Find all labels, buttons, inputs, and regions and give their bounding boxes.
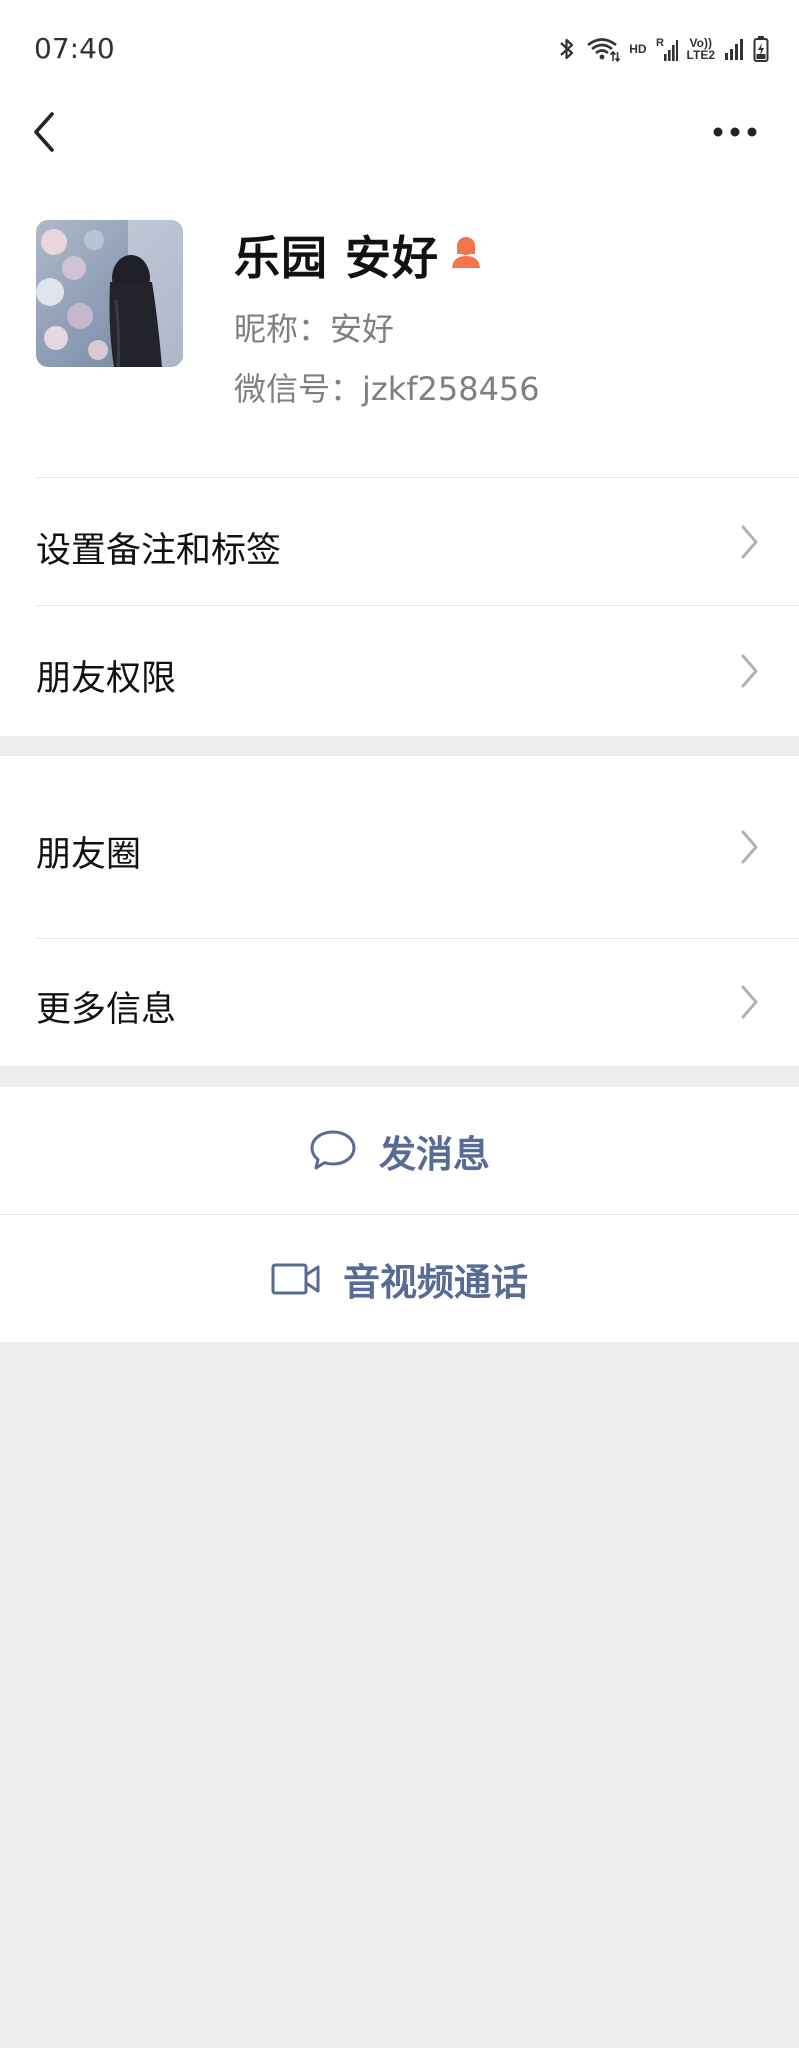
cell-label: 更多信息: [36, 990, 177, 1030]
profile-header: 乐园 安好 昵称：安好 微信号：jzkf258456: [0, 172, 799, 478]
display-name: 乐园 安好: [234, 231, 440, 285]
cell-label: 设置备注和标签: [36, 531, 282, 571]
back-button[interactable]: [26, 106, 66, 158]
send-message-label: 发消息: [379, 1133, 490, 1176]
av-call-button[interactable]: 音视频通话: [0, 1215, 799, 1342]
battery-charging-icon: [753, 36, 769, 62]
volte-bottom-text: LTE2: [686, 48, 715, 62]
av-call-label: 音视频通话: [343, 1260, 528, 1304]
status-bar: 07:40 HD R Vo)) LTE2: [0, 0, 799, 92]
video-camera-icon: [271, 1263, 320, 1294]
set-remark-tags-cell[interactable]: 设置备注和标签: [0, 478, 799, 606]
status-time: 07:40: [34, 32, 115, 65]
chevron-right-icon: [741, 525, 758, 559]
send-message-button[interactable]: 发消息: [0, 1087, 799, 1215]
more-info-cell[interactable]: 更多信息: [0, 939, 799, 1066]
wifi-icon: [587, 38, 621, 62]
chevron-right-icon: [741, 985, 758, 1019]
avatar-image: [36, 220, 183, 367]
moments-cell[interactable]: 朋友圈: [0, 756, 799, 939]
more-button[interactable]: [711, 112, 761, 152]
bluetooth-icon: [560, 38, 574, 60]
nickname: 昵称：安好: [234, 310, 395, 348]
friend-permissions-cell[interactable]: 朋友权限: [0, 606, 799, 736]
cell-label: 朋友圈: [36, 835, 142, 875]
chevron-right-icon: [741, 654, 758, 688]
female-icon: [452, 237, 480, 268]
chevron-left-icon: [34, 112, 54, 152]
wechat-id: 微信号：jzkf258456: [234, 370, 540, 408]
hd-indicator: HD: [629, 42, 647, 56]
nav-bar: [0, 92, 799, 172]
volte-indicator: Vo)) LTE2: [687, 37, 715, 61]
avatar[interactable]: [36, 220, 183, 367]
signal-1: R: [656, 36, 678, 62]
more-dots-icon: [713, 127, 757, 137]
svg-text:R: R: [656, 37, 664, 49]
status-indicators: HD R Vo)) LTE2: [557, 33, 769, 65]
cell-label: 朋友权限: [36, 659, 177, 699]
signal-bars-icon: R: [656, 37, 678, 61]
signal-bars-icon: [725, 39, 743, 60]
chat-bubble-icon: [310, 1130, 356, 1170]
chevron-right-icon: [741, 830, 758, 864]
